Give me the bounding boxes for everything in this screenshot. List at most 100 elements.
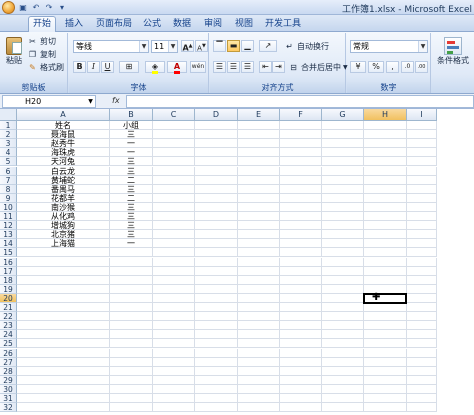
cell-d6[interactable] — [195, 166, 238, 176]
office-button[interactable] — [2, 1, 15, 14]
cell-c8[interactable] — [153, 184, 195, 194]
cell-e4[interactable] — [238, 148, 280, 158]
cell-i2[interactable] — [407, 130, 437, 140]
cell-c26[interactable] — [153, 348, 195, 358]
row-header-16[interactable]: 16 — [0, 257, 17, 267]
cell-i8[interactable] — [407, 184, 437, 194]
cell-g13[interactable] — [322, 230, 364, 240]
cell-c9[interactable] — [153, 193, 195, 203]
cell-h21[interactable] — [364, 303, 407, 313]
cell-b1[interactable]: 小组 — [110, 121, 153, 131]
row-header-14[interactable]: 14 — [0, 239, 17, 249]
cell-i23[interactable] — [407, 321, 437, 331]
tab-review[interactable]: 审阅 — [200, 17, 226, 32]
cell-e15[interactable] — [238, 248, 280, 258]
number-format-select[interactable]: 常规 ▼ — [350, 40, 428, 53]
cell-h8[interactable] — [364, 184, 407, 194]
cell-f22[interactable] — [280, 312, 322, 322]
cell-a23[interactable] — [17, 321, 110, 331]
cell-g15[interactable] — [322, 248, 364, 258]
cell-d5[interactable] — [195, 157, 238, 167]
cell-d3[interactable] — [195, 139, 238, 149]
cell-g5[interactable] — [322, 157, 364, 167]
cell-a25[interactable] — [17, 339, 110, 349]
cell-b11[interactable]: 三 — [110, 212, 153, 222]
cell-d20[interactable] — [195, 293, 238, 303]
cell-h18[interactable] — [364, 275, 407, 285]
cell-f5[interactable] — [280, 157, 322, 167]
cell-c5[interactable] — [153, 157, 195, 167]
cell-a6[interactable]: 白云龙 — [17, 166, 110, 176]
cell-h22[interactable] — [364, 312, 407, 322]
cell-g27[interactable] — [322, 357, 364, 367]
cell-a7[interactable]: 黄埔蛇 — [17, 175, 110, 185]
cell-h23[interactable] — [364, 321, 407, 331]
cell-c7[interactable] — [153, 175, 195, 185]
cell-a4[interactable]: 海珠虎 — [17, 148, 110, 158]
name-box[interactable]: H20 ▼ — [2, 95, 96, 108]
cell-i25[interactable] — [407, 339, 437, 349]
column-header-i[interactable]: I — [407, 109, 437, 121]
cell-c16[interactable] — [153, 257, 195, 267]
cell-b21[interactable] — [110, 303, 153, 313]
cell-h30[interactable] — [364, 384, 407, 394]
row-header-9[interactable]: 9 — [0, 193, 17, 203]
cut-button[interactable]: ✂ 剪切 — [27, 36, 56, 47]
cell-f16[interactable] — [280, 257, 322, 267]
row-header-11[interactable]: 11 — [0, 212, 17, 222]
comma-button[interactable]: , — [386, 61, 399, 73]
align-right-button[interactable]: ☰ — [241, 61, 254, 73]
cell-c20[interactable] — [153, 293, 195, 303]
cell-d13[interactable] — [195, 230, 238, 240]
cell-a5[interactable]: 天河兔 — [17, 157, 110, 167]
row-header-2[interactable]: 2 — [0, 130, 17, 140]
cell-g23[interactable] — [322, 321, 364, 331]
cell-b12[interactable]: 三 — [110, 221, 153, 231]
cell-e11[interactable] — [238, 212, 280, 222]
cell-g17[interactable] — [322, 266, 364, 276]
tab-data[interactable]: 数据 — [169, 17, 195, 32]
cell-f4[interactable] — [280, 148, 322, 158]
cell-i21[interactable] — [407, 303, 437, 313]
cell-i11[interactable] — [407, 212, 437, 222]
cell-d30[interactable] — [195, 384, 238, 394]
cell-h3[interactable] — [364, 139, 407, 149]
cell-f14[interactable] — [280, 239, 322, 249]
column-header-d[interactable]: D — [195, 109, 238, 121]
column-header-f[interactable]: F — [280, 109, 322, 121]
cell-g1[interactable] — [322, 121, 364, 131]
cell-g10[interactable] — [322, 202, 364, 212]
cell-e26[interactable] — [238, 348, 280, 358]
cell-c25[interactable] — [153, 339, 195, 349]
tab-home[interactable]: 开始 — [28, 16, 56, 33]
row-header-32[interactable]: 32 — [0, 403, 17, 413]
formula-input[interactable] — [126, 95, 474, 108]
cell-b14[interactable]: 一 — [110, 239, 153, 249]
cell-d27[interactable] — [195, 357, 238, 367]
row-header-12[interactable]: 12 — [0, 221, 17, 231]
cell-e22[interactable] — [238, 312, 280, 322]
cell-d12[interactable] — [195, 221, 238, 231]
cell-a10[interactable]: 南沙猴 — [17, 202, 110, 212]
cell-i6[interactable] — [407, 166, 437, 176]
cell-f12[interactable] — [280, 221, 322, 231]
cell-b17[interactable] — [110, 266, 153, 276]
cell-a11[interactable]: 从化鸡 — [17, 212, 110, 222]
cell-a29[interactable] — [17, 375, 110, 385]
cell-c24[interactable] — [153, 330, 195, 340]
cell-h27[interactable] — [364, 357, 407, 367]
cell-c18[interactable] — [153, 275, 195, 285]
align-center-button[interactable]: ☰ — [227, 61, 240, 73]
cell-f24[interactable] — [280, 330, 322, 340]
cell-g2[interactable] — [322, 130, 364, 140]
cell-b4[interactable]: 一 — [110, 148, 153, 158]
row-header-31[interactable]: 31 — [0, 394, 17, 404]
shrink-font-button[interactable]: A▼ — [195, 40, 208, 52]
cell-h17[interactable] — [364, 266, 407, 276]
cell-f31[interactable] — [280, 394, 322, 404]
cell-f19[interactable] — [280, 284, 322, 294]
cell-c23[interactable] — [153, 321, 195, 331]
phonetic-button[interactable]: wén — [190, 61, 206, 73]
cell-b19[interactable] — [110, 284, 153, 294]
cell-h28[interactable] — [364, 366, 407, 376]
